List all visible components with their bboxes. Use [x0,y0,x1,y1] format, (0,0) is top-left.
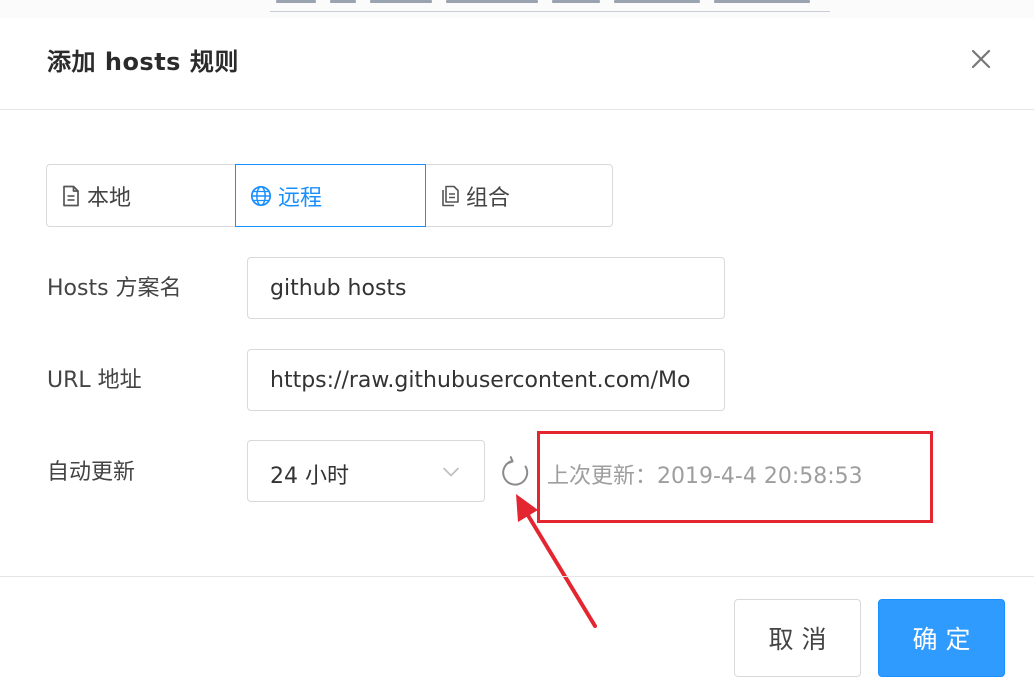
radio-combined[interactable]: 组合 [425,164,613,227]
ok-button[interactable]: 确定 [878,599,1005,677]
radio-combined-label: 组合 [466,185,511,211]
background-text-fragment [330,0,356,3]
source-type-radio-group: 本地 远程 组合 [46,164,613,227]
annotation-highlight-box [537,431,933,523]
radio-local-label: 本地 [87,185,132,211]
footer-divider [0,576,1034,577]
background-text-fragment [614,0,700,3]
cancel-button[interactable]: 取消 [734,599,861,677]
add-hosts-rule-dialog: 添加 hosts 规则 本地 远程 组合 Hosts 方案名 github ho… [0,0,1034,692]
hosts-name-input[interactable] [247,257,725,319]
annotation-arrow [516,494,597,628]
background-text-fragment [552,0,600,3]
close-icon[interactable] [966,44,996,74]
globe-icon [250,185,272,206]
header-divider [0,109,1034,110]
background-text-fragment [370,0,432,3]
auto-update-label: 自动更新 [47,460,136,485]
background-text-fragment [714,0,810,3]
radio-remote-label: 远程 [278,185,323,211]
file-icon [63,185,79,206]
background-editor-strip [0,0,1034,18]
dialog-title: 添加 hosts 规则 [47,48,239,76]
radio-remote[interactable]: 远程 [235,164,426,227]
radio-local[interactable]: 本地 [46,164,236,227]
url-label: URL 地址 [47,368,142,393]
refresh-icon[interactable] [499,455,533,489]
hosts-name-label: Hosts 方案名 [47,276,182,301]
background-text-fragment [446,0,538,3]
background-text-fragment [276,0,316,3]
url-input[interactable] [247,349,725,411]
files-icon [442,185,459,206]
auto-update-select-value: 24 小时 [270,464,349,489]
chevron-down-icon [443,467,459,477]
auto-update-select[interactable]: 24 小时 [247,440,485,502]
